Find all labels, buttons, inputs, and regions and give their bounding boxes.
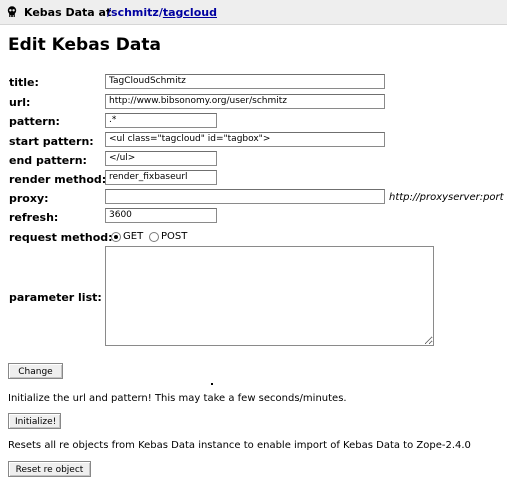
initialize-button[interactable]: Initialize!	[8, 413, 61, 429]
page-title: Edit Kebas Data	[8, 35, 161, 55]
header-title: Kebas Data at	[24, 6, 112, 19]
reset-note: Resets all re objects from Kebas Data in…	[8, 440, 471, 451]
pattern-label: pattern:	[9, 115, 60, 128]
start-pattern-label: start pattern:	[9, 135, 94, 148]
render-method-input[interactable]	[105, 170, 217, 185]
title-label: title:	[9, 76, 39, 89]
start-pattern-input[interactable]	[105, 132, 385, 147]
render-method-label: render method:	[9, 173, 107, 186]
pattern-input[interactable]	[105, 113, 217, 128]
breadcrumb: /schmitz/tagcloud	[107, 6, 217, 19]
breadcrumb-schmitz-link[interactable]: schmitz	[111, 6, 159, 19]
header-bar: Kebas Data at /schmitz/tagcloud	[0, 0, 507, 25]
radio-selected-dot	[114, 235, 118, 239]
reset-re-object-button[interactable]: Reset re object	[8, 461, 91, 477]
end-pattern-input[interactable]	[105, 151, 217, 166]
url-label: url:	[9, 96, 31, 109]
url-input[interactable]	[105, 94, 385, 109]
post-radio-label[interactable]: POST	[161, 231, 187, 242]
proxy-hint: http://proxyserver:port	[389, 192, 504, 203]
change-button[interactable]: Change	[8, 363, 63, 379]
parameter-list-textarea[interactable]	[105, 246, 434, 346]
stray-dot	[211, 383, 213, 385]
post-radio[interactable]	[149, 232, 159, 242]
get-radio[interactable]	[111, 232, 121, 242]
initialize-note: Initialize the url and pattern! This may…	[8, 393, 347, 404]
refresh-input[interactable]	[105, 208, 217, 223]
breadcrumb-tagcloud-link[interactable]: tagcloud	[163, 6, 217, 19]
parameter-list-label: parameter list:	[9, 291, 102, 304]
end-pattern-label: end pattern:	[9, 154, 87, 167]
skull-icon	[7, 6, 17, 17]
request-method-label: request method:	[9, 231, 113, 244]
refresh-label: refresh:	[9, 211, 59, 224]
get-radio-label[interactable]: GET	[123, 231, 143, 242]
proxy-label: proxy:	[9, 192, 49, 205]
title-input[interactable]	[105, 74, 385, 89]
proxy-input[interactable]	[105, 189, 385, 204]
